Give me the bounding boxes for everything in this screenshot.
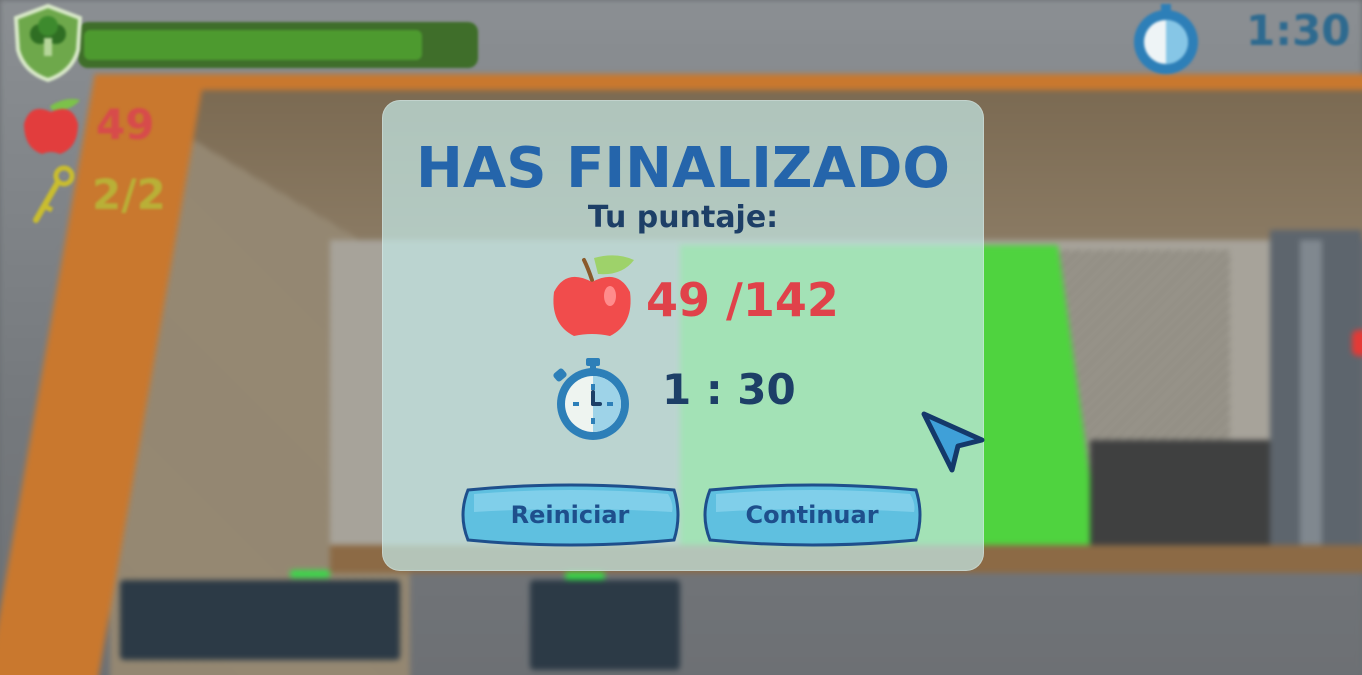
bench-center — [530, 580, 680, 670]
restart-button-label: Reiniciar — [510, 501, 630, 529]
hud-timer: 1:30 — [1246, 6, 1351, 55]
continue-button-label: Continuar — [745, 501, 879, 529]
hud-key-counter: 2/2 — [30, 162, 166, 226]
cursor-icon — [918, 408, 988, 478]
score-heading: Tu puntaje: — [587, 200, 779, 235]
hud-apple-count: 49 — [96, 99, 155, 149]
score-value: 49 /142 — [646, 273, 839, 327]
apple-icon — [548, 252, 636, 340]
time-value: 1 : 30 — [662, 365, 796, 414]
dialog-title: HAS FINALIZADO — [416, 136, 950, 201]
continue-button[interactable]: Continuar — [702, 482, 922, 548]
bench-center-light — [565, 572, 605, 580]
results-dialog: HAS FINALIZADO Tu puntaje: 49 /142 1 : 3… — [382, 100, 984, 571]
hud-apple-counter: 49 — [20, 92, 154, 156]
stopwatch-icon — [1128, 2, 1204, 78]
red-object — [1352, 330, 1362, 356]
right-post — [1300, 240, 1322, 550]
broccoli-shield-icon — [12, 3, 84, 83]
hud-key-count: 2/2 — [92, 169, 166, 219]
health-bar-fill — [84, 30, 422, 60]
stopwatch-icon — [548, 354, 638, 444]
health-bar — [78, 22, 478, 68]
bench-left — [120, 580, 400, 660]
restart-button[interactable]: Reiniciar — [460, 482, 680, 548]
apple-icon — [24, 98, 80, 154]
key-icon — [33, 165, 75, 223]
bench-left-light — [290, 570, 330, 578]
